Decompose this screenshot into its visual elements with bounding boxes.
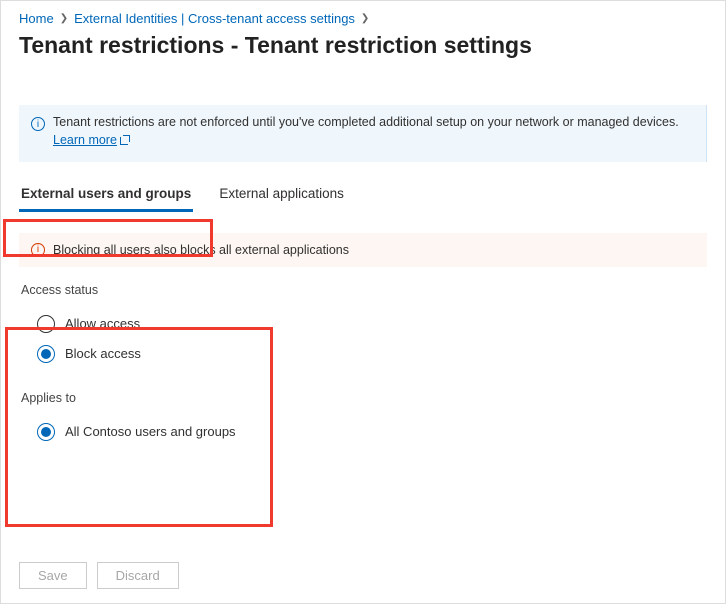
radio-icon (37, 315, 55, 333)
info-banner: i Tenant restrictions are not enforced u… (19, 105, 707, 162)
tab-bar: External users and groups External appli… (1, 180, 725, 211)
breadcrumb: Home ❯ External Identities | Cross-tenan… (1, 1, 725, 30)
radio-icon (37, 345, 55, 363)
access-status-label: Access status (1, 283, 725, 297)
learn-more-link[interactable]: Learn more (53, 129, 130, 152)
info-banner-text: Tenant restrictions are not enforced unt… (53, 115, 679, 129)
warning-banner-text: Blocking all users also blocks all exter… (53, 243, 349, 257)
radio-block-access[interactable]: Block access (1, 339, 725, 369)
external-link-icon (120, 135, 130, 145)
radio-all-contoso[interactable]: All Contoso users and groups (1, 417, 725, 447)
breadcrumb-external-identities[interactable]: External Identities | Cross-tenant acces… (74, 11, 355, 26)
radio-block-label: Block access (65, 346, 141, 361)
info-icon: i (31, 117, 45, 131)
radio-all-contoso-label: All Contoso users and groups (65, 424, 236, 439)
chevron-right-icon: ❯ (361, 13, 369, 24)
tab-external-applications[interactable]: External applications (217, 180, 346, 211)
radio-allow-access[interactable]: Allow access (1, 309, 725, 339)
chevron-right-icon: ❯ (60, 13, 68, 24)
discard-button[interactable]: Discard (97, 562, 179, 589)
tab-external-users[interactable]: External users and groups (19, 180, 193, 212)
applies-to-label: Applies to (1, 391, 725, 405)
page-title: Tenant restrictions - Tenant restriction… (1, 30, 725, 69)
save-button[interactable]: Save (19, 562, 87, 589)
warning-icon: i (31, 243, 45, 257)
warning-banner: i Blocking all users also blocks all ext… (19, 233, 707, 267)
radio-icon (37, 423, 55, 441)
button-bar: Save Discard (19, 562, 179, 589)
breadcrumb-home[interactable]: Home (19, 11, 54, 26)
radio-allow-label: Allow access (65, 316, 140, 331)
